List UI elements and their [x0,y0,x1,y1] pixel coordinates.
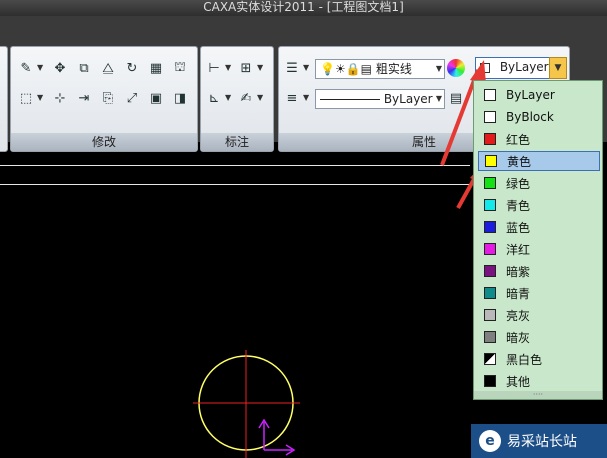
color-swatch [485,155,497,167]
color-swatch [484,265,496,277]
color-option-cyan[interactable]: 青色 [478,195,600,215]
color-swatch [484,353,496,365]
color-option-dark-cyan[interactable]: 暗青 [478,283,600,303]
color-option-byblock[interactable]: ByBlock [478,107,600,127]
color-swatch [484,331,496,343]
watermark-text: 易采站长站 [507,434,577,450]
color-swatch [484,177,496,189]
color-swatch [484,221,496,233]
color-option-light-gray[interactable]: 亮灰 [478,305,600,325]
color-swatch [484,133,496,145]
color-option-black-white[interactable]: 黑白色 [478,349,600,369]
color-swatch [484,243,496,255]
color-swatch [484,89,496,101]
color-dropdown-list: ByLayer ByBlock 红色 黄色 绿色 青色 蓝色 洋红 暗紫 暗青 … [473,80,603,400]
color-swatch [484,111,496,123]
color-option-dark-gray[interactable]: 暗灰 [478,327,600,347]
color-option-blue[interactable]: 蓝色 [478,217,600,237]
color-swatch [484,199,496,211]
watermark: e 易采站长站 [471,424,607,458]
color-swatch [484,287,496,299]
color-option-dark-purple[interactable]: 暗紫 [478,261,600,281]
color-option-red[interactable]: 红色 [478,129,600,149]
color-option-bylayer[interactable]: ByLayer [478,85,600,105]
watermark-logo-icon: e [479,430,501,452]
color-swatch [484,375,496,387]
color-swatch [484,309,496,321]
dropdown-resize-grip[interactable]: ···· [474,391,602,399]
color-option-other[interactable]: 其他 [478,371,600,391]
color-option-yellow[interactable]: 黄色 [478,151,600,171]
color-option-green[interactable]: 绿色 [478,173,600,193]
color-option-magenta[interactable]: 洋红 [478,239,600,259]
